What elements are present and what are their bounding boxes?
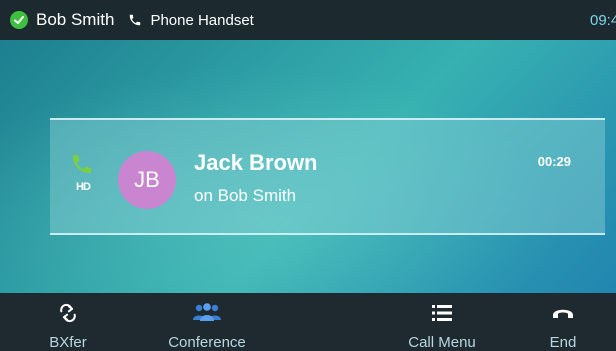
softkey-label: Call Menu <box>408 334 476 351</box>
softkey-label: BXfer <box>49 334 87 351</box>
hd-audio-badge: HD <box>76 181 91 193</box>
conference-icon <box>192 303 222 323</box>
presence-check-icon <box>10 11 28 29</box>
menu-icon <box>432 303 452 323</box>
softkey-call-menu[interactable]: Call Menu <box>387 293 497 351</box>
phone-screen: Bob Smith Phone Handset 09:4 HD JB Jack … <box>0 0 616 351</box>
avatar-initials: JB <box>134 167 160 192</box>
clock: 09:4 <box>590 12 616 29</box>
softkey-conference[interactable]: Conference <box>152 293 262 351</box>
active-call-icon <box>70 152 94 176</box>
hangup-icon <box>551 303 575 323</box>
softkey-bar: BXfer Conference Call Menu End <box>0 293 616 351</box>
active-call-card[interactable]: HD JB Jack Brown on Bob Smith 00:29 <box>50 118 605 235</box>
call-timer: 00:29 <box>537 154 571 169</box>
caller-name: Jack Brown <box>194 150 318 175</box>
status-bar: Bob Smith Phone Handset 09:4 <box>0 0 616 40</box>
softkey-label: Conference <box>168 334 246 351</box>
softkey-bxfer[interactable]: BXfer <box>13 293 123 351</box>
line-label: Phone Handset <box>150 11 254 29</box>
call-line-info: on Bob Smith <box>194 186 297 205</box>
softkey-label: End <box>549 334 577 351</box>
caller-avatar: JB <box>118 151 176 209</box>
phone-icon <box>128 12 144 28</box>
transfer-icon <box>58 303 78 323</box>
softkey-end[interactable]: End <box>508 293 616 351</box>
user-name: Bob Smith <box>36 10 115 29</box>
